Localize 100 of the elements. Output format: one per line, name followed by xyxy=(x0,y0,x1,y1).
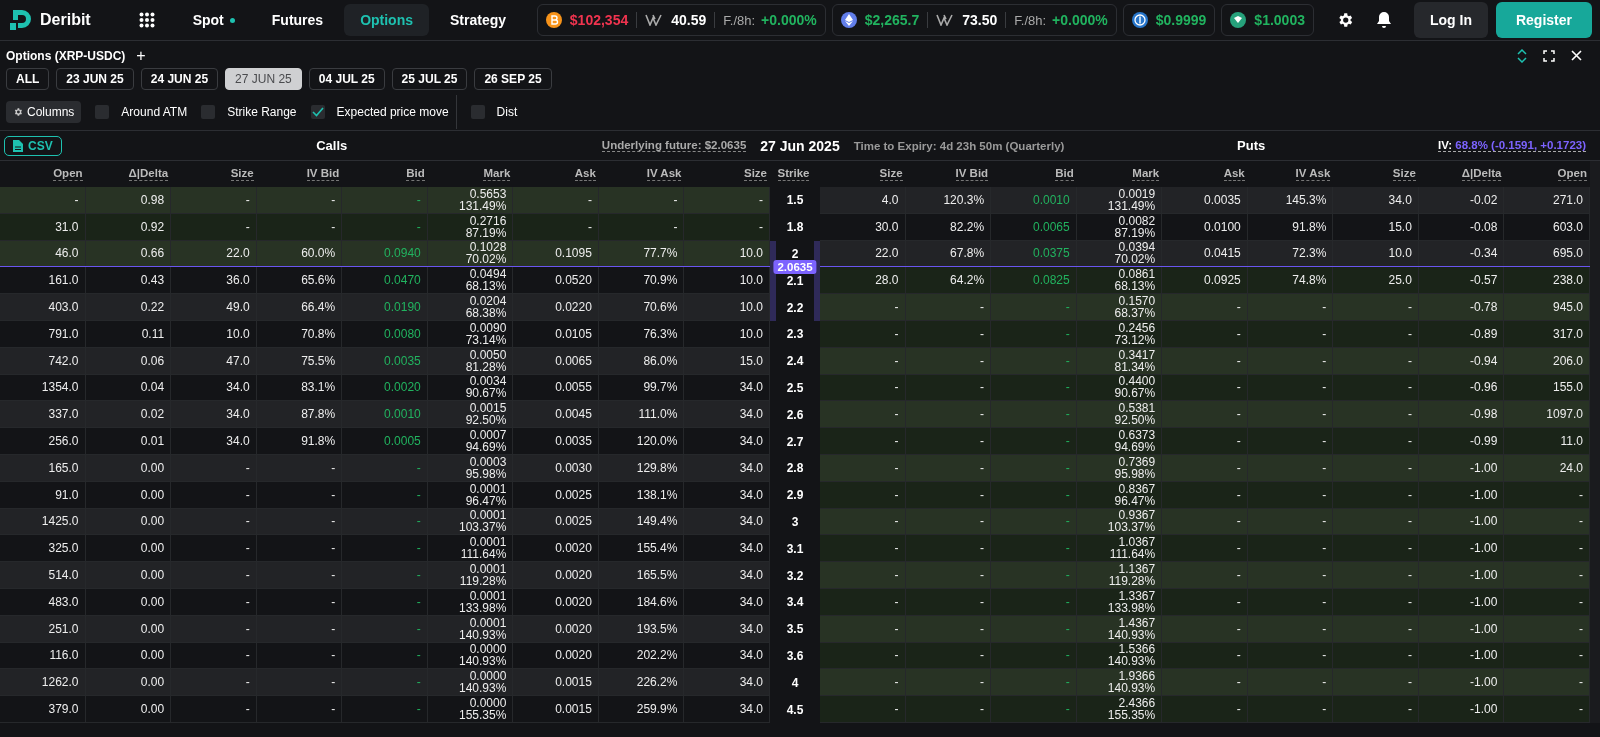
mark-price: 0.0001 xyxy=(469,509,507,522)
underlying-price[interactable]: Underlying future: $2.0635 xyxy=(601,139,747,152)
mark-iv: 96.47% xyxy=(1114,494,1156,507)
table-cell: - xyxy=(1333,401,1419,429)
mark-iv: 87.19% xyxy=(465,226,507,239)
table-cell: 34.0 xyxy=(684,562,770,589)
strike-cell: 2.2 xyxy=(770,294,820,321)
ticker-pill[interactable]: $0.9999 xyxy=(1122,4,1216,36)
expiry-tab[interactable]: 25 JUL 25 xyxy=(391,68,468,90)
expiry-tab[interactable]: 27 JUN 25 xyxy=(225,68,302,90)
apps-grid-icon[interactable] xyxy=(138,12,155,28)
columns-button[interactable]: Columns xyxy=(6,101,82,123)
column-header[interactable]: Ask xyxy=(1223,167,1245,181)
column-header[interactable]: IV Ask xyxy=(646,167,682,181)
table-cell: 945.0 xyxy=(1504,294,1590,321)
column-header[interactable]: Size xyxy=(1392,167,1416,181)
column-header[interactable]: IV Ask xyxy=(1295,167,1331,181)
column-header[interactable]: Open xyxy=(1557,167,1587,181)
table-cell: - xyxy=(0,187,86,214)
close-icon[interactable] xyxy=(1571,50,1582,61)
table-cell: - xyxy=(1247,615,1334,643)
nav-tab[interactable]: Spot xyxy=(176,4,251,36)
table-cell: 0.0470 xyxy=(342,267,428,295)
table-cell: -1.00 xyxy=(1418,615,1505,643)
column-header[interactable]: Mark xyxy=(483,167,511,181)
expiry-tab[interactable]: 24 JUN 25 xyxy=(140,68,219,90)
mark-price: 0.5381 xyxy=(1118,402,1156,415)
table-cell: - xyxy=(1333,321,1419,348)
table-cell: 30.0 xyxy=(820,213,906,241)
table-cell: - xyxy=(905,294,992,321)
volatility-index: 40.59 xyxy=(671,12,707,28)
table-cell: - xyxy=(256,213,343,241)
table-cell: - xyxy=(991,321,1077,348)
mark-price: 0.0861 xyxy=(1118,268,1156,281)
table-cell: - xyxy=(342,481,428,509)
table-cell: 28.0 xyxy=(820,267,906,295)
coin-icon xyxy=(840,12,857,28)
scrollbar[interactable] xyxy=(1590,161,1600,723)
expiry-tab[interactable]: ALL xyxy=(6,68,50,90)
add-button[interactable]: + xyxy=(136,46,146,65)
table-cell: -1.00 xyxy=(1418,696,1505,723)
bell-icon[interactable] xyxy=(1375,11,1392,29)
fullscreen-icon[interactable] xyxy=(1543,49,1555,62)
column-header[interactable]: Mark xyxy=(1132,167,1160,181)
expiry-tab[interactable]: 23 JUN 25 xyxy=(56,68,134,90)
ticker-pill[interactable]: $102,354 40.59 F./8h: +0.000% xyxy=(536,4,826,36)
table-cell: - xyxy=(1162,669,1248,697)
table-cell: - xyxy=(991,562,1077,589)
column-header[interactable]: Size xyxy=(744,167,767,181)
checkbox[interactable] xyxy=(201,105,216,119)
table-cell: 10.0 xyxy=(171,321,257,348)
table-cell: - xyxy=(1247,374,1334,402)
iv-summary[interactable]: IV: 68.8% (-0.1591, +0.1723) xyxy=(1438,139,1586,152)
table-cell: - xyxy=(820,454,906,482)
table-cell: - xyxy=(342,454,428,482)
column-header[interactable]: IV Bid xyxy=(955,167,989,181)
table-cell: 206.0 xyxy=(1504,347,1590,375)
column-header[interactable]: Size xyxy=(230,167,254,181)
nav-tab[interactable]: Strategy xyxy=(434,4,523,36)
table-cell: 0.0045 xyxy=(513,401,599,429)
column-header[interactable]: Bid xyxy=(1055,167,1074,181)
table-cell: - xyxy=(1247,294,1334,321)
table-cell: - xyxy=(820,401,906,429)
column-header[interactable]: Δ|Delta xyxy=(1461,167,1502,181)
table-cell: - xyxy=(342,588,428,616)
ticker-pill[interactable]: $1.0003 xyxy=(1221,4,1314,36)
table-cell: 403.0 xyxy=(0,294,86,321)
checkbox[interactable] xyxy=(95,105,110,119)
coin-icon xyxy=(1230,12,1247,28)
column-header[interactable]: Ask xyxy=(574,167,596,181)
table-cell: - xyxy=(820,321,906,348)
csv-button[interactable]: CSV xyxy=(4,135,62,156)
nav-tab[interactable]: Options xyxy=(344,4,429,36)
checkbox[interactable] xyxy=(470,105,485,119)
column-header[interactable]: IV Bid xyxy=(306,167,340,181)
ticker-pill[interactable]: $2,265.7 73.50 F./8h: +0.000% xyxy=(831,4,1117,36)
index-logo-icon xyxy=(645,14,664,26)
funding-label: F./8h: xyxy=(1014,12,1047,28)
column-header[interactable]: Strike xyxy=(777,167,810,181)
table-cell: - xyxy=(171,213,257,241)
table-cell: - xyxy=(1504,535,1590,563)
checkbox[interactable] xyxy=(310,105,325,119)
expiry-tab[interactable]: 26 SEP 25 xyxy=(474,68,552,90)
column-header[interactable]: Bid xyxy=(406,167,425,181)
table-cell: - xyxy=(1162,535,1248,563)
table-cell: - xyxy=(171,481,257,509)
table-cell: 0.00 xyxy=(85,562,172,589)
sort-arrows-icon[interactable] xyxy=(1517,48,1527,63)
table-cell: 165.0 xyxy=(0,454,86,482)
column-header[interactable]: Size xyxy=(879,167,903,181)
table-cell: - xyxy=(991,508,1077,536)
table-cell: - xyxy=(598,213,685,241)
column-header[interactable]: Δ|Delta xyxy=(128,167,169,181)
expiry-tab[interactable]: 04 JUL 25 xyxy=(308,68,385,90)
login-button[interactable]: Log In xyxy=(1413,2,1488,38)
table-cell: 226.2% xyxy=(598,669,685,697)
table-cell: 0.0190 xyxy=(342,294,428,321)
column-header[interactable]: Open xyxy=(53,167,83,181)
nav-tab[interactable]: Futures xyxy=(255,4,340,36)
table-cell: 1097.0 xyxy=(1504,401,1590,429)
